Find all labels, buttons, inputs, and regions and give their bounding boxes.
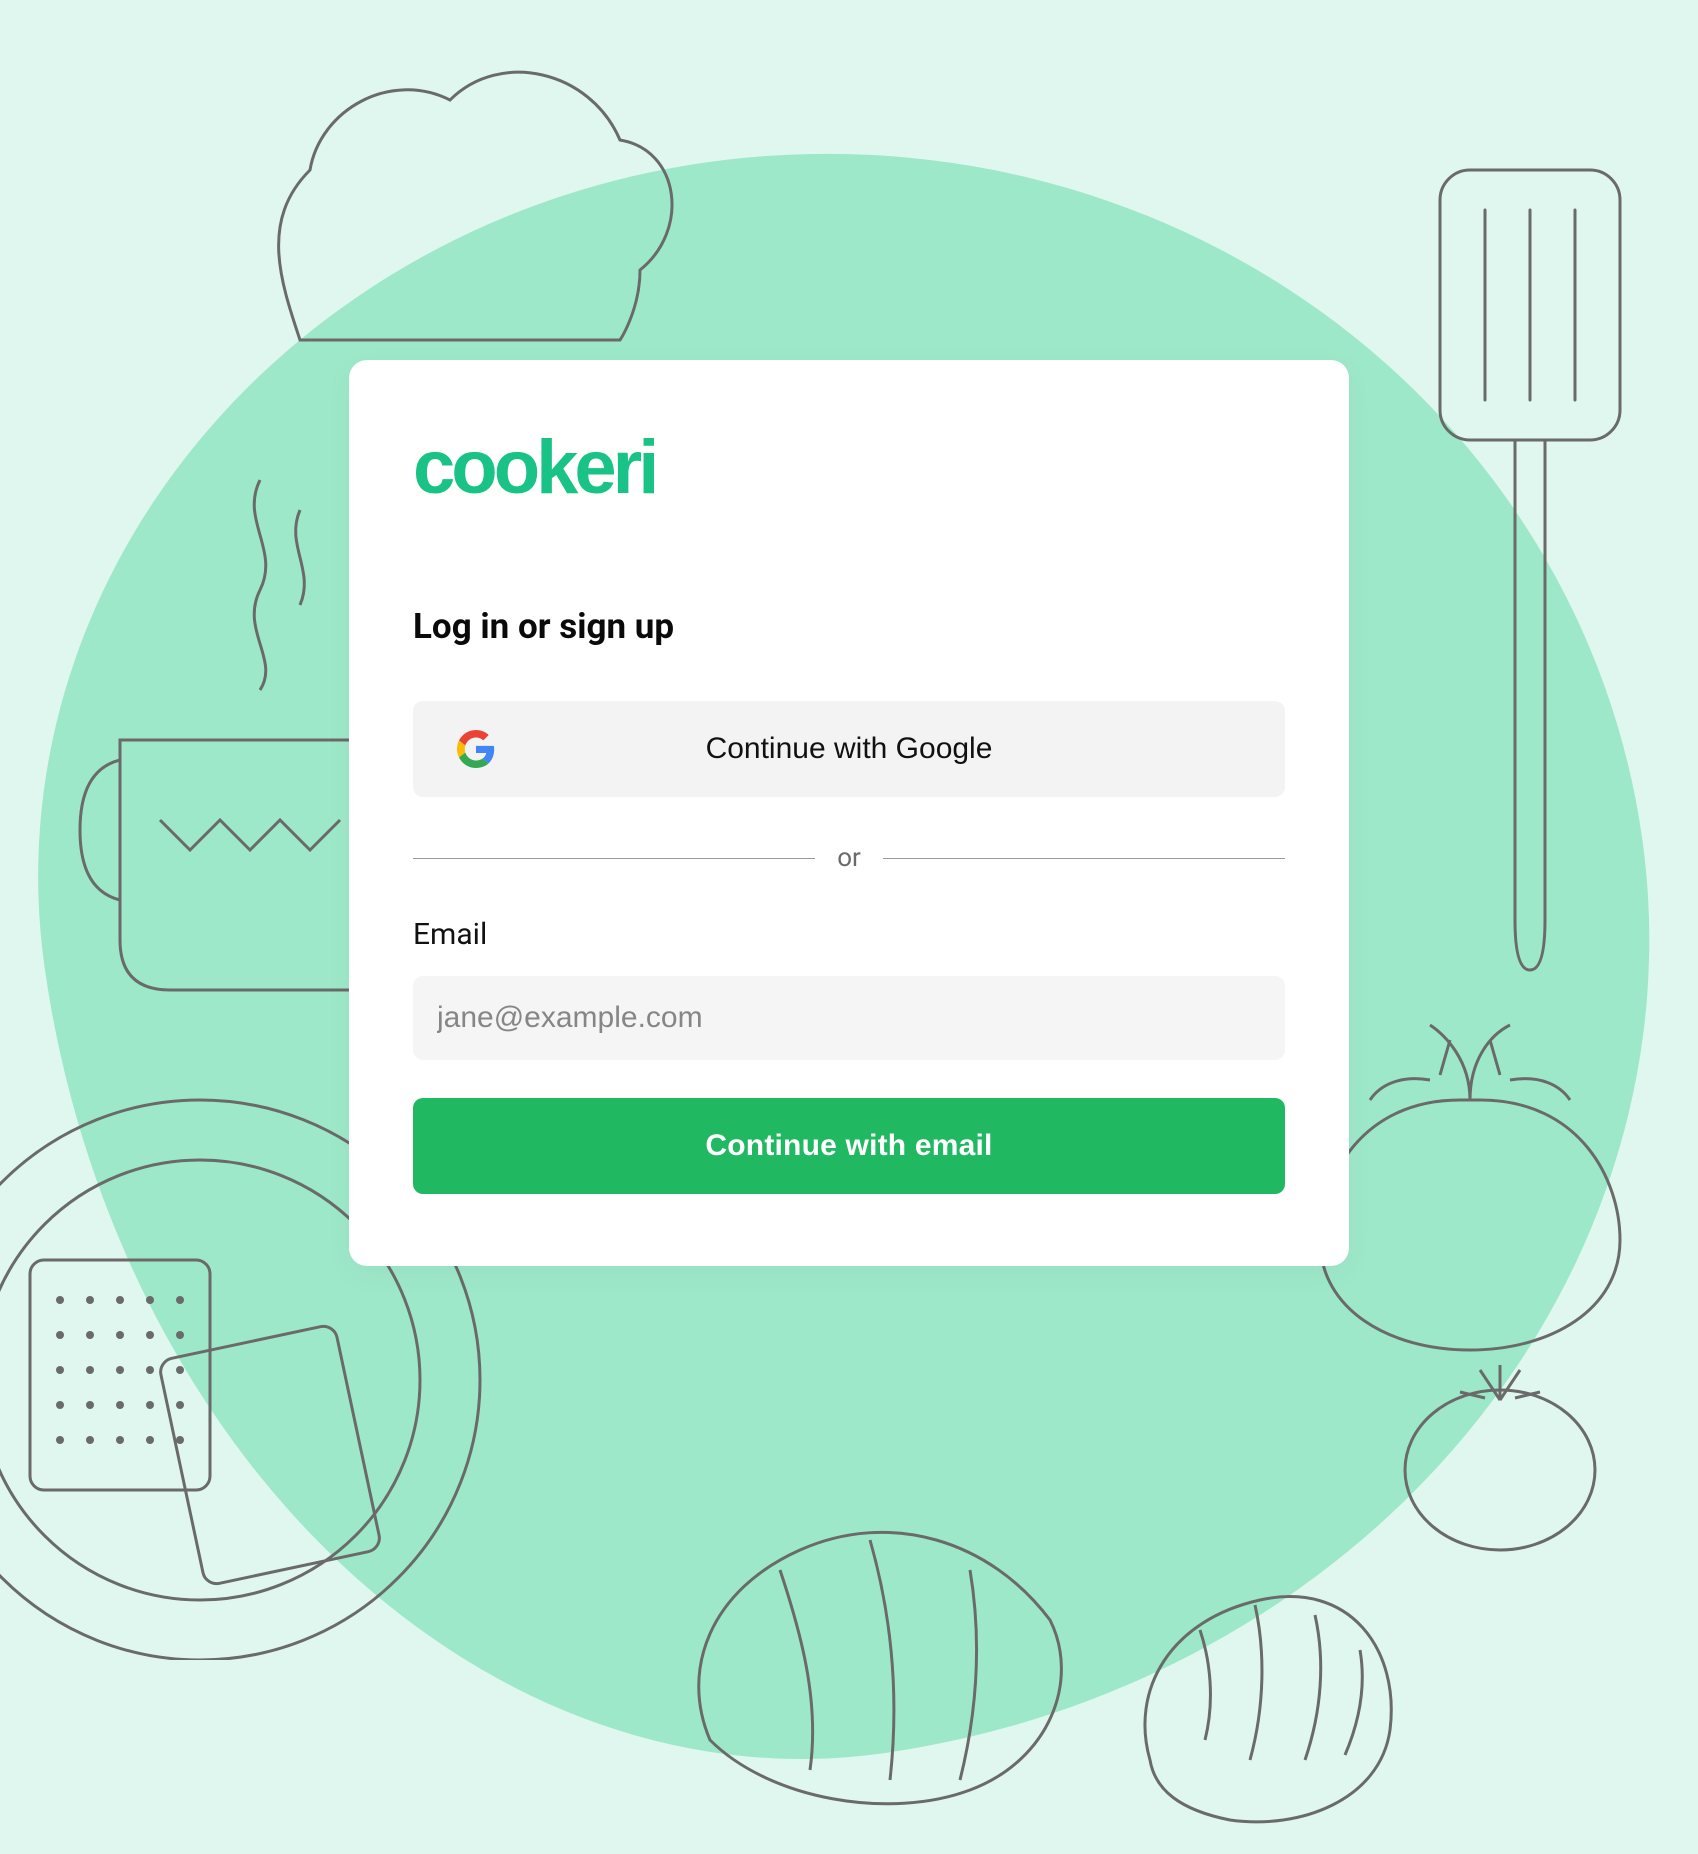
email-field[interactable] (413, 976, 1285, 1060)
auth-card: cookeri Log in or sign up Continue with … (349, 360, 1349, 1266)
email-label: Email (413, 917, 1285, 952)
divider-line (413, 858, 815, 859)
divider: or (413, 843, 1285, 873)
divider-label: or (837, 843, 861, 873)
brand-logo: cookeri (413, 430, 1285, 506)
continue-with-google-button[interactable]: Continue with Google (413, 701, 1285, 797)
google-button-label: Continue with Google (706, 732, 993, 766)
divider-line (883, 858, 1285, 859)
page-title: Log in or sign up (413, 606, 1285, 647)
continue-with-email-button[interactable]: Continue with email (413, 1098, 1285, 1194)
google-icon (457, 730, 495, 768)
